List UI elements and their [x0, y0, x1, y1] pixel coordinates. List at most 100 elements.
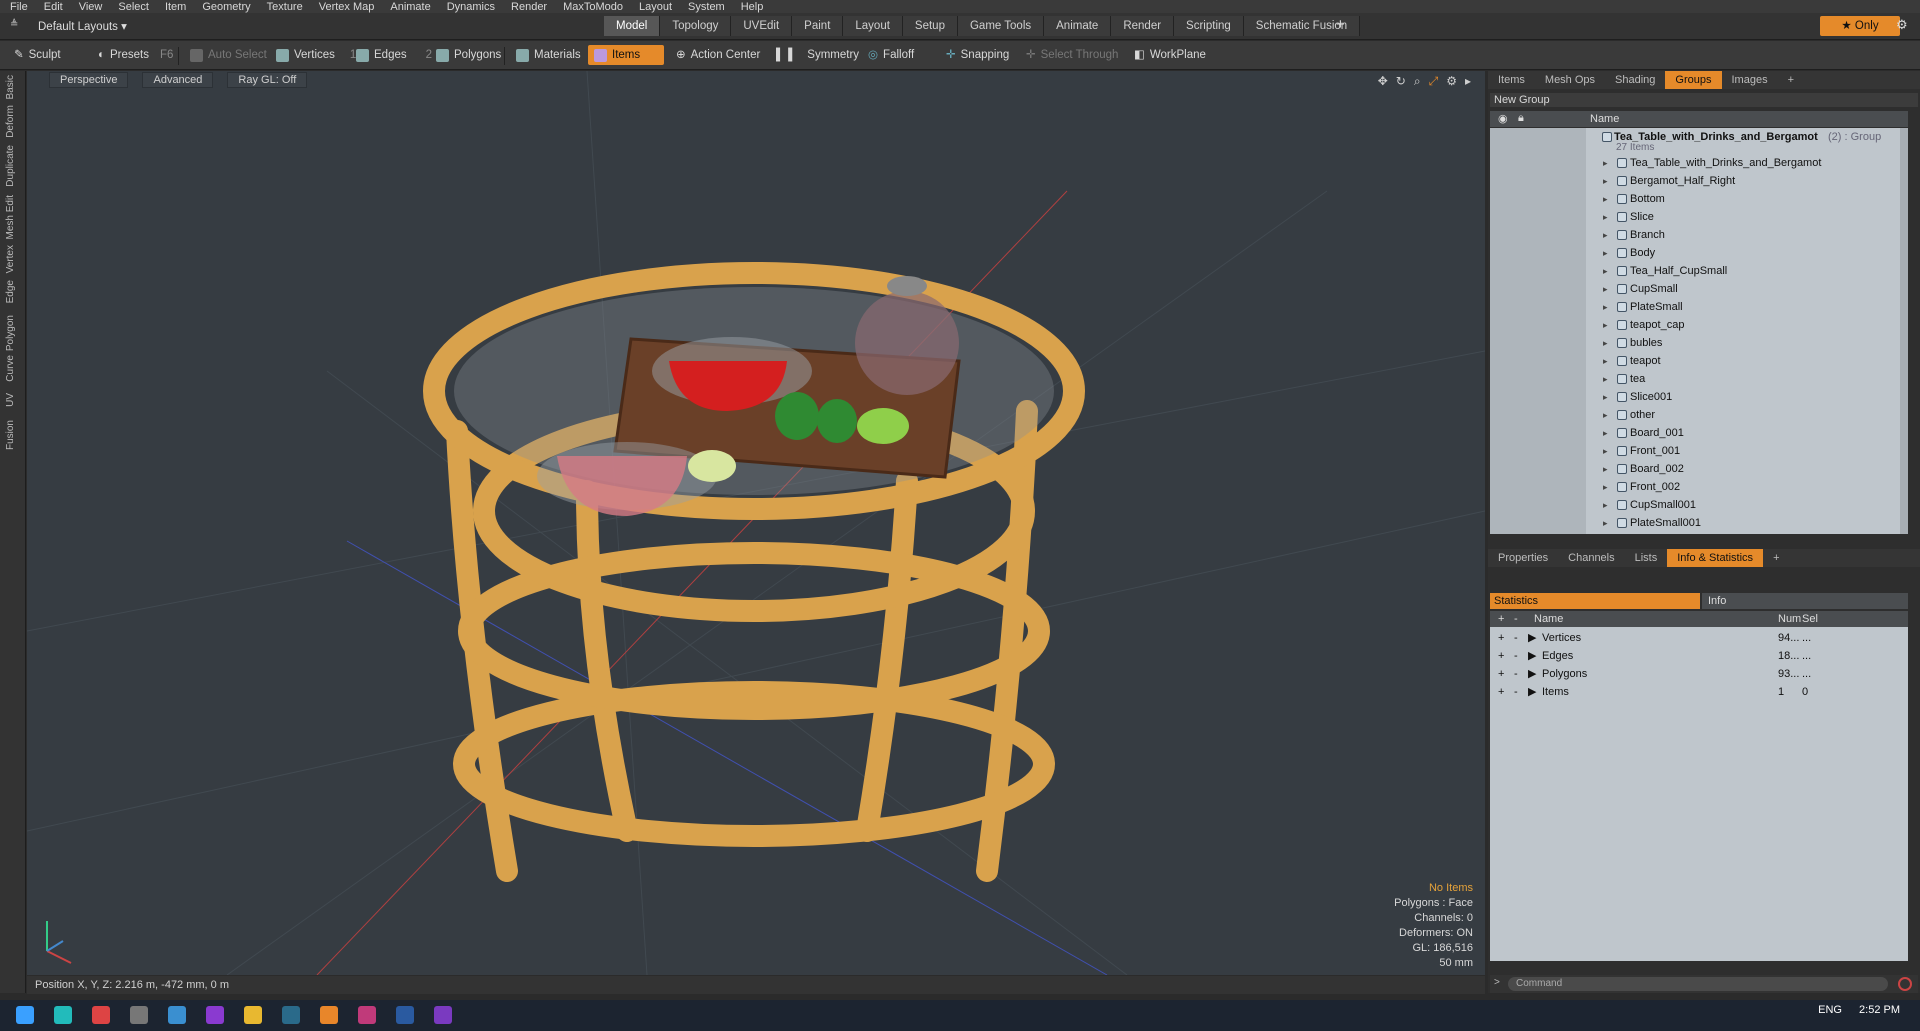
gear-icon[interactable]: ⚙: [1896, 17, 1908, 33]
side-tab-edge[interactable]: Edge: [5, 280, 16, 303]
tree-item-branch[interactable]: ▸ Branch: [1490, 226, 1908, 244]
terminal-icon[interactable]: [282, 1006, 300, 1024]
raygl-toggle[interactable]: Ray GL: Off: [227, 72, 308, 88]
menu-item-vertex-map[interactable]: Vertex Map: [319, 1, 375, 13]
menu-item-file[interactable]: File: [10, 1, 28, 13]
tree-item-platesmall[interactable]: ▸ PlateSmall: [1490, 298, 1908, 316]
menu-item-item[interactable]: Item: [165, 1, 186, 13]
move-view-icon[interactable]: ✥: [1378, 74, 1388, 89]
sculpt-button[interactable]: ✎ Sculpt: [8, 45, 67, 65]
side-tab-basic[interactable]: Basic: [5, 75, 16, 99]
rotate-view-icon[interactable]: ↻: [1396, 74, 1406, 89]
tab-render[interactable]: Render: [1111, 16, 1175, 36]
steam-icon[interactable]: [168, 1006, 186, 1024]
photoshop-icon[interactable]: [396, 1006, 414, 1024]
add-tab-button[interactable]: +: [1336, 16, 1345, 33]
view-mode-dropdown[interactable]: Perspective: [49, 72, 129, 88]
panel-tab-images[interactable]: Images: [1722, 74, 1778, 86]
tree-item-tea_half_cupsmall[interactable]: ▸ Tea_Half_CupSmall: [1490, 262, 1908, 280]
side-tab-mesh-edit[interactable]: Mesh Edit: [5, 195, 16, 239]
snapping-button[interactable]: ✛ Snapping: [940, 45, 1015, 65]
menu-item-animate[interactable]: Animate: [390, 1, 430, 13]
windows-start-icon[interactable]: [16, 1006, 34, 1024]
expand-arrow-icon[interactable]: ▸: [1603, 208, 1608, 226]
menu-item-maxtomodo[interactable]: MaxToModo: [563, 1, 623, 13]
expand-arrow-icon[interactable]: ▸: [1603, 478, 1608, 496]
tree-item-bubles[interactable]: ▸ bubles: [1490, 334, 1908, 352]
symmetry-button[interactable]: ▌▐ Symmetry: [770, 45, 865, 65]
menu-item-select[interactable]: Select: [118, 1, 149, 13]
panel-tab-info-statistics[interactable]: Info & Statistics: [1667, 549, 1764, 567]
falloff-button[interactable]: ◎ Falloff: [862, 45, 920, 65]
tab-paint[interactable]: Paint: [792, 16, 844, 36]
explorer-icon[interactable]: [244, 1006, 262, 1024]
side-tab-vertex[interactable]: Vertex: [5, 245, 16, 273]
edge-icon[interactable]: [54, 1006, 72, 1024]
modo-icon[interactable]: [358, 1006, 376, 1024]
collapse-minus-icon[interactable]: -: [1514, 647, 1518, 665]
stats-row-edges[interactable]: + - ▶ Edges 18......: [1490, 647, 1908, 665]
menu-item-help[interactable]: Help: [741, 1, 764, 13]
3d-viewport[interactable]: Perspective Advanced Ray GL: Off ✥ ↻ ⌕ ⤢…: [27, 71, 1485, 975]
select-through-button[interactable]: ✛ Select Through: [1020, 45, 1124, 65]
tree-item-front_002[interactable]: ▸ Front_002: [1490, 478, 1908, 496]
items-button[interactable]: Items: [588, 45, 664, 65]
command-input[interactable]: Command: [1508, 977, 1888, 991]
tree-item-tea[interactable]: ▸ tea: [1490, 370, 1908, 388]
side-tab-curve[interactable]: Curve: [5, 355, 16, 382]
stats-row-vertices[interactable]: + - ▶ Vertices 94......: [1490, 629, 1908, 647]
expand-plus-icon[interactable]: +: [1498, 665, 1504, 683]
expand-plus-icon[interactable]: +: [1498, 629, 1504, 647]
visual-studio-icon[interactable]: [434, 1006, 452, 1024]
expand-arrow-icon[interactable]: ▸: [1603, 226, 1608, 244]
panel-tab-properties[interactable]: Properties: [1488, 552, 1558, 564]
tab-layout[interactable]: Layout: [843, 16, 903, 36]
expand-plus-icon[interactable]: +: [1498, 647, 1504, 665]
action-center-button[interactable]: ⊕ Action Center: [670, 45, 766, 65]
expand-arrow-icon[interactable]: ▸: [1603, 370, 1608, 388]
tree-item-teapot_cap[interactable]: ▸ teapot_cap: [1490, 316, 1908, 334]
side-tab-fusion[interactable]: Fusion: [5, 420, 16, 450]
expand-arrow-icon[interactable]: ▸: [1603, 460, 1608, 478]
add-panel-tab-icon[interactable]: +: [1763, 552, 1789, 564]
panel-tab-mesh-ops[interactable]: Mesh Ops: [1535, 74, 1605, 86]
side-tab-duplicate[interactable]: Duplicate: [5, 145, 16, 187]
tab-scripting[interactable]: Scripting: [1174, 16, 1244, 36]
expand-arrow-icon[interactable]: ▸: [1603, 424, 1608, 442]
polygons-button[interactable]: Polygons: [430, 45, 507, 65]
blender-icon[interactable]: [320, 1006, 338, 1024]
panel-tab-lists[interactable]: Lists: [1625, 552, 1668, 564]
new-group-button[interactable]: New Group: [1490, 93, 1918, 107]
viewport-menu-icon[interactable]: ▸: [1465, 74, 1471, 89]
materials-button[interactable]: Materials: [510, 45, 587, 65]
expand-arrow-icon[interactable]: ▸: [1603, 442, 1608, 460]
menu-item-layout[interactable]: Layout: [639, 1, 672, 13]
expand-arrow-icon[interactable]: ▸: [1603, 496, 1608, 514]
panel-tab-channels[interactable]: Channels: [1558, 552, 1624, 564]
tree-item-cupsmall[interactable]: ▸ CupSmall: [1490, 280, 1908, 298]
fit-view-icon[interactable]: ⤢: [1429, 74, 1439, 89]
menu-item-edit[interactable]: Edit: [44, 1, 63, 13]
only-toggle[interactable]: ★ Only: [1820, 16, 1900, 36]
collapse-minus-icon[interactable]: -: [1514, 629, 1518, 647]
zoom-view-icon[interactable]: ⌕: [1414, 74, 1421, 89]
info-tab[interactable]: Info: [1702, 593, 1908, 609]
expand-arrow-icon[interactable]: ▸: [1603, 352, 1608, 370]
tab-topology[interactable]: Topology: [660, 16, 732, 36]
expand-arrow-icon[interactable]: ▸: [1603, 154, 1608, 172]
tree-item-other[interactable]: ▸ other: [1490, 406, 1908, 424]
collapse-minus-icon[interactable]: -: [1514, 683, 1518, 701]
tab-model[interactable]: Model: [604, 16, 661, 36]
menu-item-dynamics[interactable]: Dynamics: [447, 1, 495, 13]
menu-item-render[interactable]: Render: [511, 1, 547, 13]
stats-row-polygons[interactable]: + - ▶ Polygons 93......: [1490, 665, 1908, 683]
tree-item-board_002[interactable]: ▸ Board_002: [1490, 460, 1908, 478]
calculator-icon[interactable]: [130, 1006, 148, 1024]
tree-item-cupsmall001[interactable]: ▸ CupSmall001: [1490, 496, 1908, 514]
layout-icon[interactable]: ≜: [10, 19, 18, 30]
onenote-icon[interactable]: [206, 1006, 224, 1024]
workplane-button[interactable]: ◧ WorkPlane: [1128, 45, 1212, 65]
presets-button[interactable]: ◐ Presets F6: [92, 45, 179, 65]
add-panel-tab-icon[interactable]: +: [1778, 74, 1804, 86]
viewport-settings-icon[interactable]: ⚙: [1446, 74, 1457, 89]
